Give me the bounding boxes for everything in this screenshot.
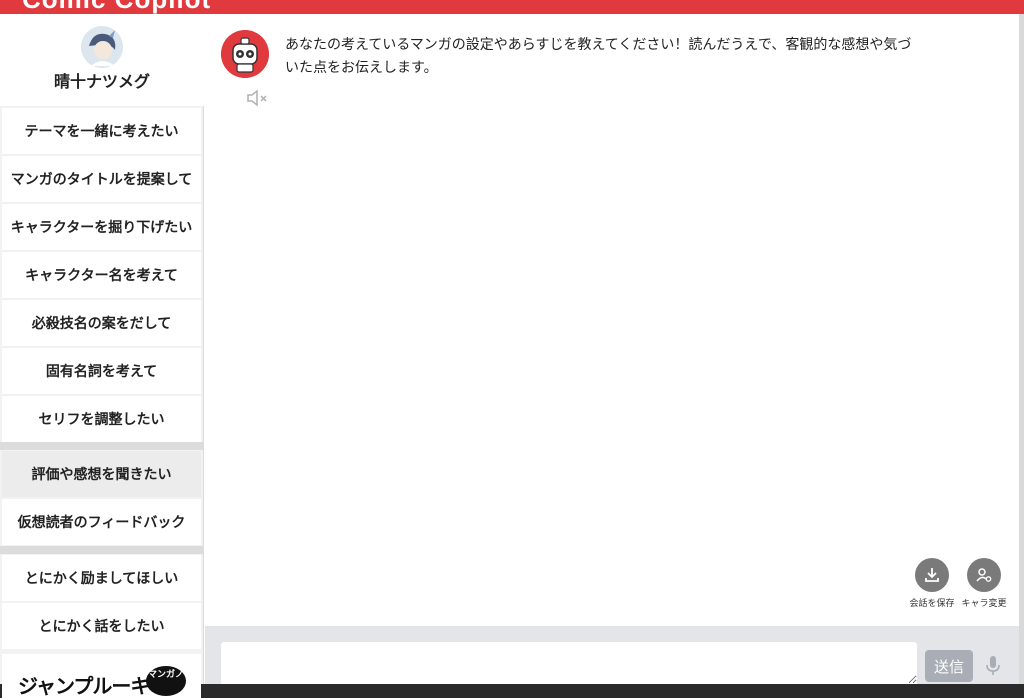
send-button[interactable]: 送信 — [925, 650, 973, 682]
profile-name: 晴十ナツメグ — [53, 72, 150, 91]
message-input[interactable] — [221, 642, 917, 684]
bot-message: あなたの考えているマンガの設定やあらすじを教えてください！読んだうえで、客観的な… — [285, 37, 912, 76]
menu-item-dialogue[interactable]: セリフを調整したい — [2, 396, 201, 442]
menu-item-character-deepdive[interactable]: キャラクターを掘り下げたい — [2, 204, 201, 250]
promo-banner[interactable]: ジャンプルーキー! マンガノ — [2, 654, 201, 698]
menu-item-proper-noun[interactable]: 固有名詞を考えて — [2, 348, 201, 394]
window-edge — [1019, 14, 1024, 684]
promo-badge: マンガノ — [146, 666, 186, 696]
save-conversation-label: 会話を保存 — [909, 599, 955, 609]
microphone-icon[interactable] — [983, 654, 1003, 678]
menu-item-chat[interactable]: とにかく話をしたい — [2, 603, 201, 649]
robot-avatar-icon — [221, 30, 269, 78]
composer: 送信 — [205, 626, 1019, 684]
app-title: Comic Copilot — [22, 0, 211, 14]
menu-item-title[interactable]: マンガのタイトルを提案して — [2, 156, 201, 202]
download-icon — [925, 568, 939, 582]
menu-item-encourage[interactable]: とにかく励ましてほしい — [2, 555, 201, 601]
sidebar: 晴十ナツメグ テーマを一緒に考えたい マンガのタイトルを提案して キャラクターを… — [0, 14, 204, 698]
profile: 晴十ナツメグ — [0, 14, 204, 106]
app-window: Comic Copilot 晴十ナツメグ テーマを一緒に考えたい マンガのタイト… — [0, 0, 1024, 698]
menu-item-special-move[interactable]: 必殺技名の案をだして — [2, 300, 201, 346]
user-settings-icon — [976, 568, 992, 582]
menu-item-character-name[interactable]: キャラクター名を考えて — [2, 252, 201, 298]
user-avatar[interactable] — [81, 26, 123, 68]
chat-area: あなたの考えているマンガの設定やあらすじを教えてください！読んだうえで、客観的な… — [205, 14, 1019, 626]
change-character-button[interactable] — [967, 558, 1001, 592]
menu-divider — [0, 442, 204, 450]
header-bar: Comic Copilot — [0, 0, 1024, 14]
change-character-label: キャラ変更 — [961, 599, 1007, 609]
menu-divider — [0, 546, 204, 554]
menu-item-theme[interactable]: テーマを一緒に考えたい — [2, 108, 201, 154]
save-conversation-button[interactable] — [915, 558, 949, 592]
menu-item-virtual-reader[interactable]: 仮想読者のフィードバック — [2, 499, 201, 545]
menu-item-feedback[interactable]: 評価や感想を聞きたい — [2, 451, 201, 497]
speaker-muted-icon[interactable] — [245, 88, 269, 108]
